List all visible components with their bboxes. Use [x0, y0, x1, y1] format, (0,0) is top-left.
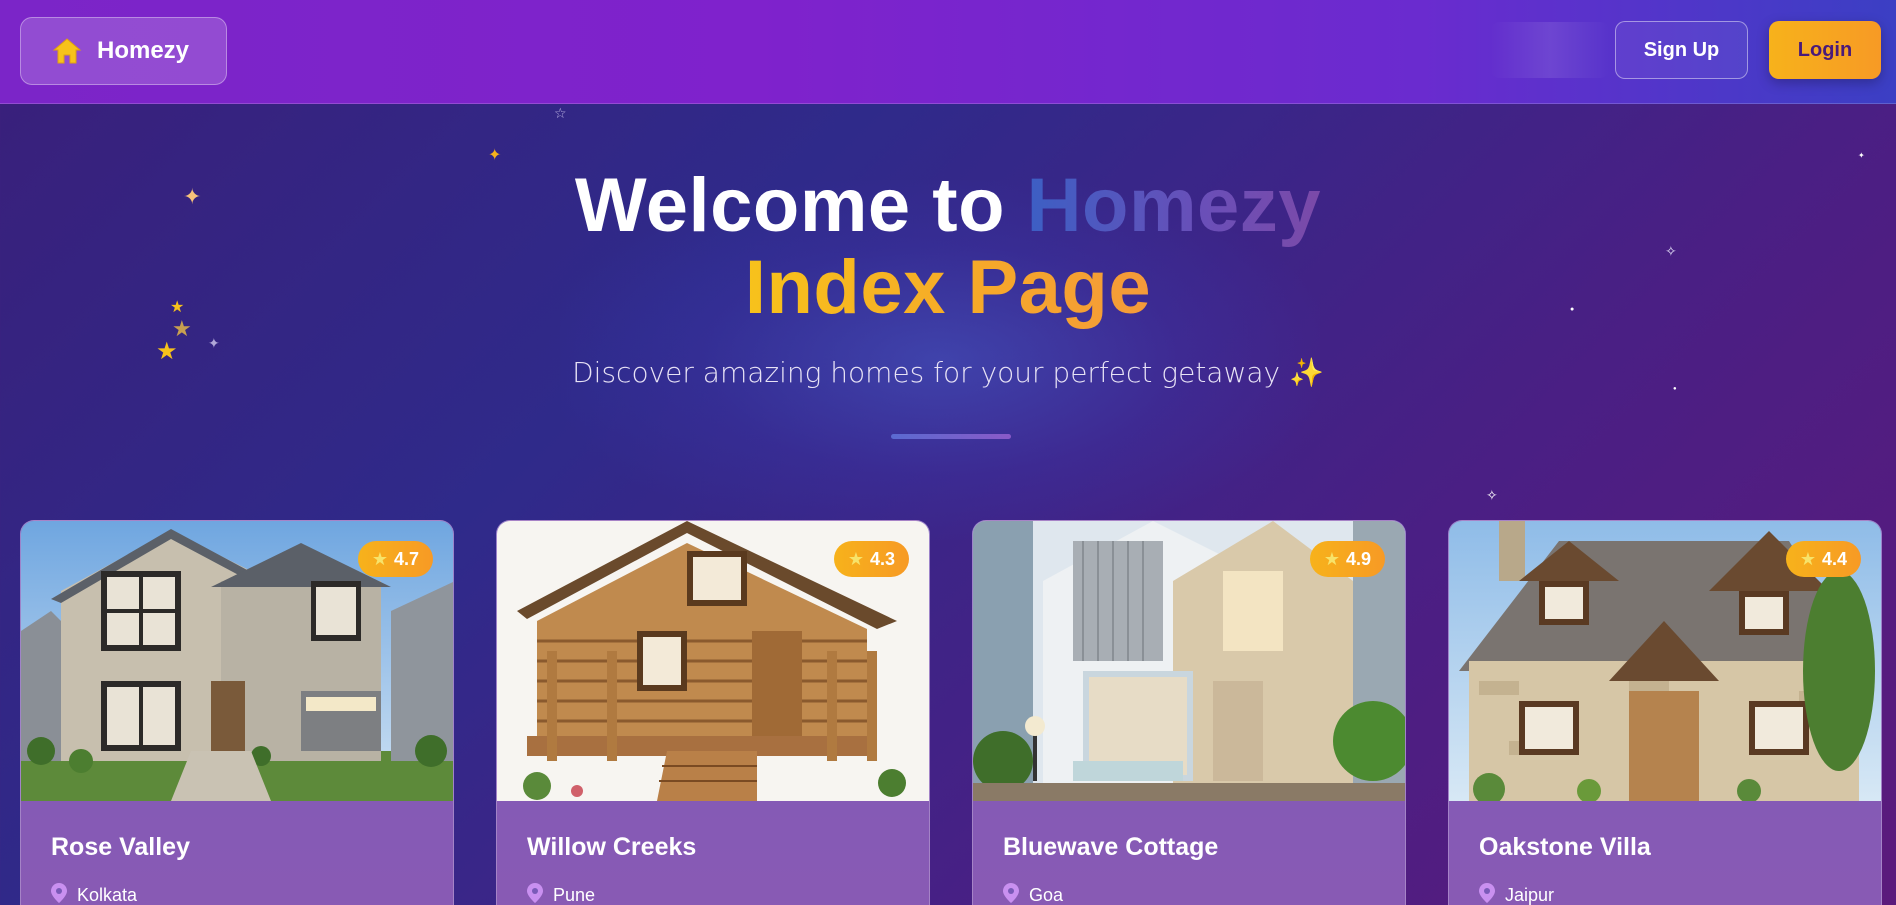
star-icon: ★ — [1323, 548, 1340, 569]
login-button[interactable]: Login — [1769, 21, 1881, 79]
nav-divider — [1490, 22, 1610, 78]
location-pin-icon — [1003, 883, 1019, 905]
sparkle-icon: ✦ — [1858, 151, 1865, 160]
rating-value: 4.3 — [869, 548, 895, 569]
home-icon — [51, 36, 83, 66]
listing-card[interactable]: ★ 4.4 Oakstone Villa Jaipur — [1448, 520, 1882, 905]
title-prefix: Welcome to — [574, 163, 1027, 248]
star-icon: ★ — [847, 548, 864, 569]
listing-card[interactable]: ★ 4.9 Bluewave Cottage Goa — [972, 520, 1406, 905]
rating-badge: ★ 4.9 — [1309, 541, 1385, 577]
location-pin-icon — [527, 883, 543, 905]
star-icon: ☆ — [554, 105, 567, 121]
hero-divider — [891, 434, 1011, 439]
hero-subtitle: Discover amazing homes for your perfect … — [572, 356, 1324, 389]
location-text: Jaipur — [1505, 885, 1555, 905]
sparkle-icon: ✦ — [208, 335, 220, 351]
listing-title: Rose Valley — [51, 833, 190, 861]
location-pin-icon — [1479, 883, 1495, 905]
location-text: Goa — [1029, 885, 1064, 905]
rating-badge: ★ 4.3 — [833, 541, 909, 577]
star-icon: ★ — [371, 548, 388, 569]
sparkle-icon: ✦ — [488, 147, 502, 164]
rating-value: 4.7 — [393, 548, 419, 569]
listing-location: Kolkata — [51, 883, 137, 905]
rating-value: 4.9 — [1345, 548, 1371, 569]
brand-name: Homezy — [97, 37, 190, 64]
star-icon: ★ — [1799, 548, 1816, 569]
rating-badge: ★ 4.7 — [357, 541, 433, 577]
listing-title: Bluewave Cottage — [1003, 833, 1219, 861]
sparkle-icon: ✧ — [1486, 487, 1498, 503]
listing-location: Goa — [1003, 883, 1063, 905]
listing-title: Willow Creeks — [527, 833, 697, 861]
rating-badge: ★ 4.4 — [1785, 541, 1861, 577]
location-text: Kolkata — [77, 885, 138, 905]
page-title: Welcome to Homezy Index Page — [0, 165, 1896, 329]
listing-location: Pune — [527, 883, 595, 905]
location-pin-icon — [51, 883, 67, 905]
listing-card[interactable]: ★ 4.7 Rose Valley Kolkata — [20, 520, 454, 905]
rating-value: 4.4 — [1821, 548, 1847, 569]
title-line2: Index Page — [744, 245, 1152, 330]
top-navbar: Homezy Sign Up Login — [0, 0, 1896, 104]
listing-location: Jaipur — [1479, 883, 1554, 905]
brand-logo-button[interactable]: Homezy — [20, 17, 227, 85]
signup-button[interactable]: Sign Up — [1615, 21, 1748, 79]
listing-title: Oakstone Villa — [1479, 833, 1651, 861]
listing-card[interactable]: ★ 4.3 Willow Creeks Pune — [496, 520, 930, 905]
location-text: Pune — [553, 885, 596, 905]
title-accent: Homezy — [1026, 163, 1322, 248]
